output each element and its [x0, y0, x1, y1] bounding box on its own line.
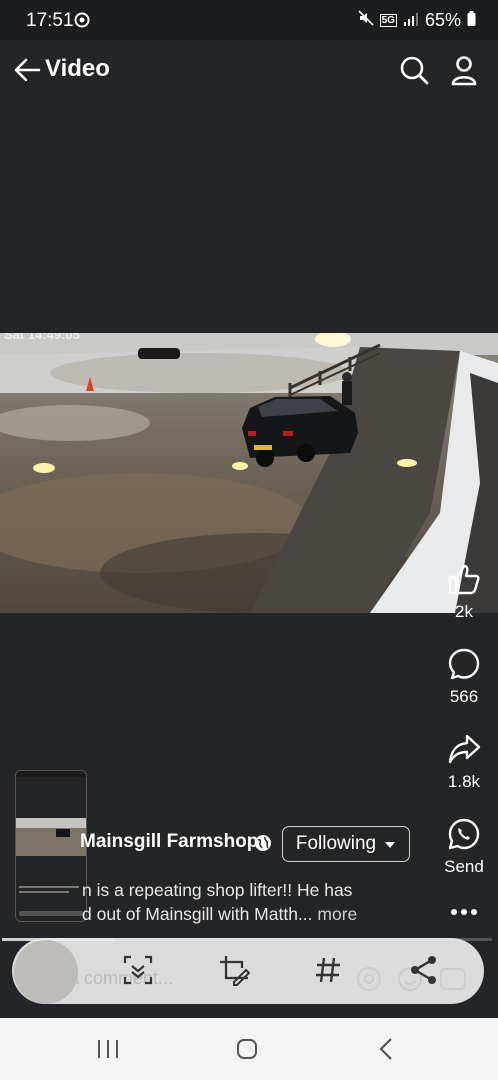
network-label: 5G: [379, 14, 397, 27]
comment-bubble-icon: [448, 648, 480, 680]
home-icon[interactable]: [236, 1038, 258, 1065]
following-button[interactable]: Following: [282, 826, 410, 862]
search-icon[interactable]: [398, 54, 430, 86]
more-link[interactable]: more: [317, 904, 357, 924]
page-title: Video: [45, 55, 110, 82]
share-arrow-icon: [448, 734, 481, 764]
video-timestamp: Sat 14:49:05: [4, 333, 80, 342]
signal-icon: [403, 10, 419, 31]
thumbs-up-icon: [448, 564, 480, 595]
battery-level: 65%: [424, 10, 461, 30]
pip-thumbnail[interactable]: [15, 770, 87, 922]
like-button[interactable]: 2k: [434, 562, 494, 622]
page-name[interactable]: Mainsgill Farmshop: [80, 831, 258, 853]
header: Video: [0, 40, 498, 100]
back-arrow-icon[interactable]: [12, 55, 42, 85]
like-count: 2k: [455, 602, 473, 621]
recent-apps-icon[interactable]: [96, 1038, 120, 1065]
pip-preview-image: [16, 771, 86, 921]
share-nodes-icon[interactable]: [408, 954, 440, 991]
chevron-down-icon: [384, 833, 396, 855]
gif-icon[interactable]: [440, 966, 466, 997]
send-label: Send: [444, 857, 484, 876]
mute-icon: [358, 10, 374, 31]
more-options-icon[interactable]: [450, 903, 478, 921]
camera-indicator-icon: [74, 12, 90, 33]
video-player[interactable]: Sat 14:49:05: [0, 333, 498, 613]
mention-icon[interactable]: [356, 966, 382, 997]
share-count: 1.8k: [447, 772, 481, 791]
share-button[interactable]: 1.8k: [434, 732, 494, 792]
comment-button[interactable]: 566: [434, 647, 494, 707]
status-icons: 5G 65%: [358, 10, 476, 31]
send-whatsapp-button[interactable]: Send: [434, 817, 494, 877]
back-nav-icon[interactable]: [378, 1037, 394, 1066]
system-navigation-bar: [0, 1018, 498, 1080]
status-bar: 17:51 5G 65%: [0, 0, 498, 40]
video-frame: Sat 14:49:05: [0, 333, 498, 613]
profile-icon[interactable]: [448, 54, 480, 86]
caption-line-1: n is a repeating shop lifter!! He has: [82, 880, 353, 900]
hashtag-icon[interactable]: [313, 955, 343, 990]
whatsapp-icon: [448, 818, 480, 850]
smart-select-icon[interactable]: [122, 954, 154, 991]
comment-count: 566: [449, 687, 479, 706]
globe-icon: [254, 834, 272, 852]
caption-line-2: d out of Mainsgill with Matth...: [82, 904, 313, 924]
crop-edit-icon[interactable]: [218, 954, 251, 991]
status-time: 17:51: [26, 10, 74, 31]
following-label: Following: [295, 833, 377, 854]
battery-icon: [467, 10, 476, 31]
post-caption[interactable]: n is a repeating shop lifter!! He has d …: [82, 878, 422, 926]
